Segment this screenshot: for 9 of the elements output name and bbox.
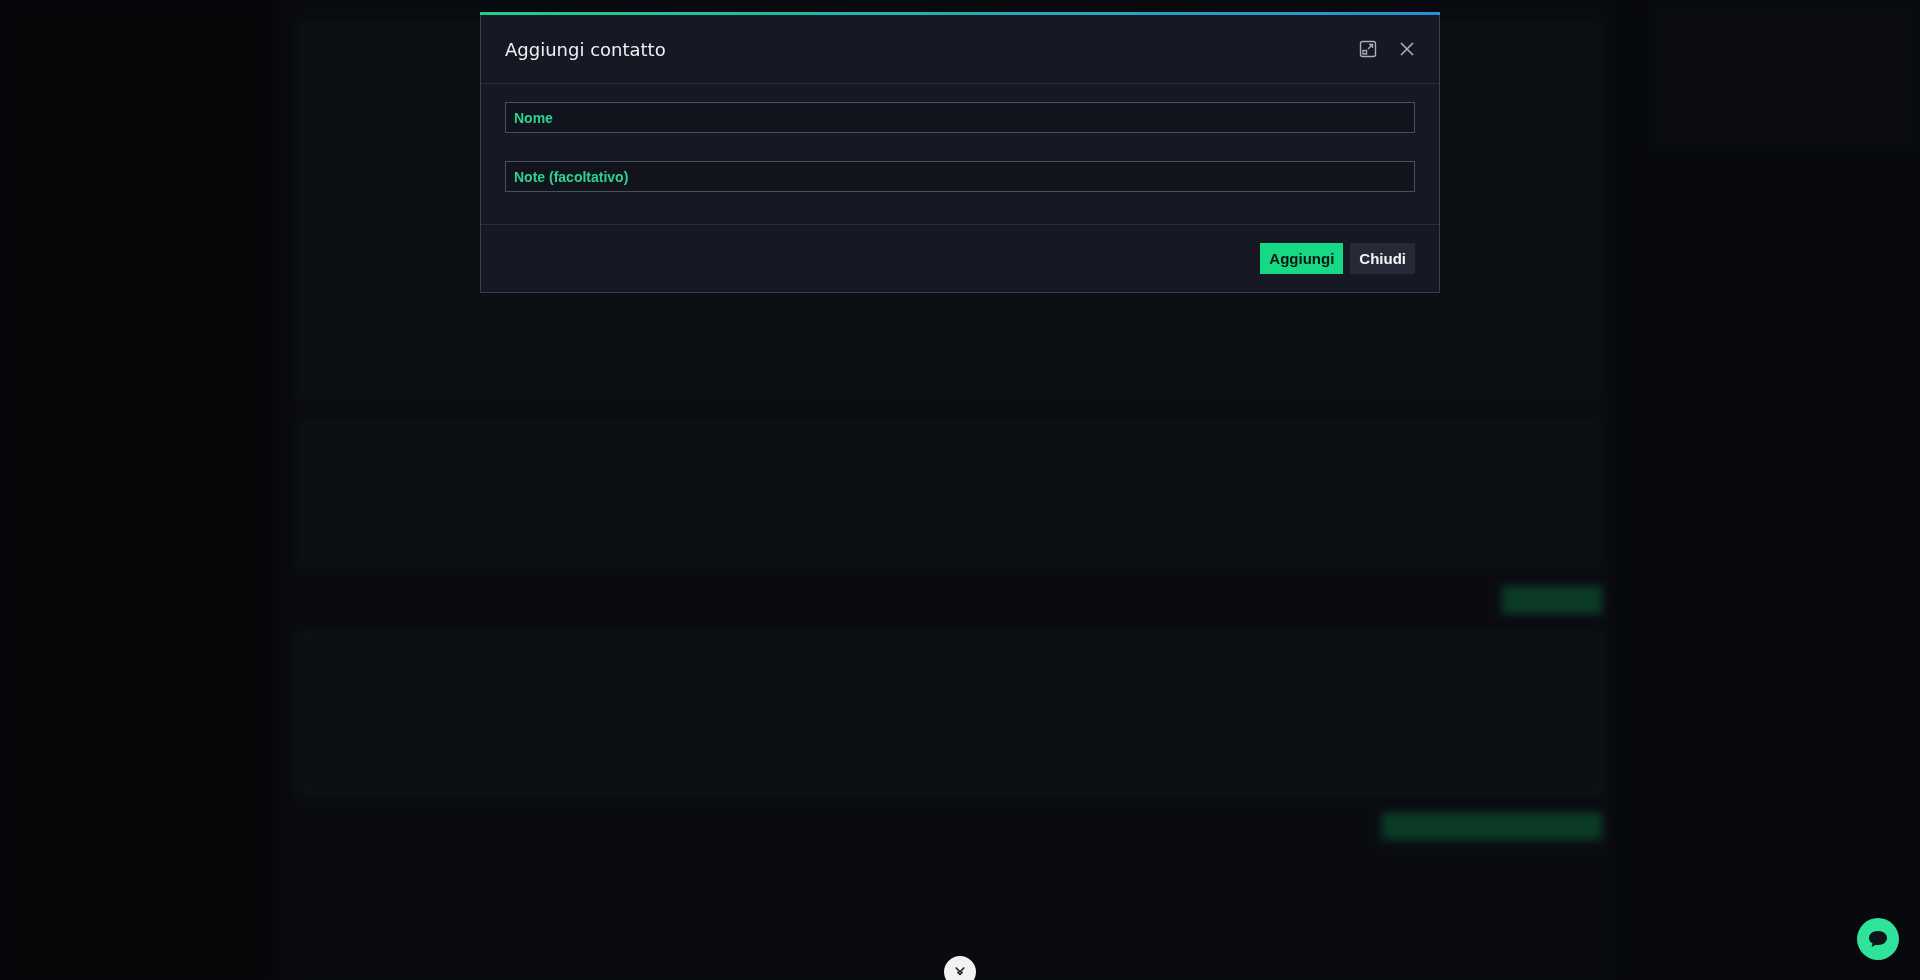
chat-button[interactable]: [1857, 918, 1899, 960]
input-field[interactable]: Nome: [505, 102, 1415, 133]
close-button[interactable]: Chiudi: [1350, 243, 1415, 274]
expand-icon[interactable]: [1359, 40, 1377, 58]
dialog-title: Aggiungi contatto: [505, 38, 666, 60]
chevron-down-icon: [954, 965, 966, 977]
add-button[interactable]: Aggiungi: [1260, 243, 1344, 274]
close-icon[interactable]: [1399, 41, 1415, 57]
input-field[interactable]: Note (facoltativo): [505, 161, 1415, 192]
